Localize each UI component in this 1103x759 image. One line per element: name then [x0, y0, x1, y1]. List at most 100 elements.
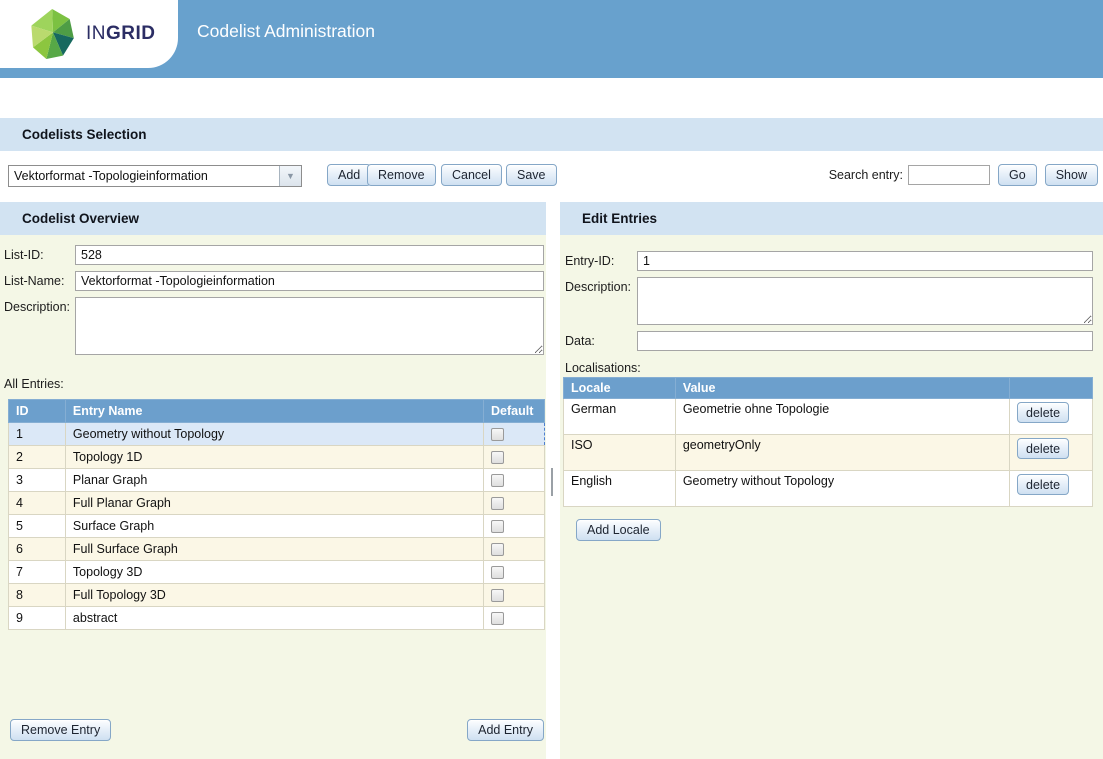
entries-col-id: ID: [9, 400, 66, 423]
default-checkbox[interactable]: [491, 520, 504, 533]
entry-id-cell[interactable]: 5: [9, 515, 66, 538]
delete-locale-button[interactable]: delete: [1017, 438, 1069, 459]
entry-row[interactable]: 6Full Surface Graph: [9, 538, 545, 561]
go-button[interactable]: Go: [998, 164, 1037, 186]
entry-row[interactable]: 5Surface Graph: [9, 515, 545, 538]
localisation-row: GermanGeometrie ohne Topologie delete: [564, 399, 1093, 435]
entry-id-cell[interactable]: 1: [9, 423, 66, 446]
entry-id-cell[interactable]: 6: [9, 538, 66, 561]
codelist-combobox-input[interactable]: [9, 166, 279, 186]
entry-row[interactable]: 1Geometry without Topology: [9, 423, 545, 446]
locale-value-cell: Geometrie ohne Topologie: [675, 399, 1009, 435]
app-header: INGRID Codelist Administration: [0, 0, 1103, 78]
entry-data-label: Data:: [565, 331, 637, 348]
entry-row[interactable]: 2Topology 1D: [9, 446, 545, 469]
entry-name-cell[interactable]: Full Topology 3D: [65, 584, 483, 607]
default-checkbox[interactable]: [491, 428, 504, 441]
entry-id-cell[interactable]: 2: [9, 446, 66, 469]
entry-id-cell[interactable]: 8: [9, 584, 66, 607]
entry-name-cell[interactable]: Full Planar Graph: [65, 492, 483, 515]
entry-name-cell[interactable]: Full Surface Graph: [65, 538, 483, 561]
locale-actions-cell: delete: [1010, 471, 1093, 507]
localisation-row: ISOgeometryOnlydelete: [564, 435, 1093, 471]
default-checkbox[interactable]: [491, 589, 504, 602]
edit-entries-form: Entry-ID: Description: Data:: [560, 235, 1103, 351]
localisations-header-row: Locale Value: [564, 378, 1093, 399]
entry-name-cell[interactable]: Geometry without Topology: [65, 423, 483, 446]
add-locale-button[interactable]: Add Locale: [576, 519, 661, 541]
search-entry-label: Search entry:: [829, 168, 903, 182]
cancel-button[interactable]: Cancel: [441, 164, 502, 186]
remove-button[interactable]: Remove: [367, 164, 436, 186]
loc-col-value: Value: [675, 378, 1009, 399]
column-gap: [546, 202, 560, 759]
entry-default-cell: [484, 538, 545, 561]
list-name-field[interactable]: [75, 271, 544, 291]
locale-value-cell: Geometry without Topology: [675, 471, 1009, 507]
entry-name-cell[interactable]: abstract: [65, 607, 483, 630]
entry-id-cell[interactable]: 3: [9, 469, 66, 492]
overview-actions: Remove Entry Add Entry: [0, 719, 546, 741]
localisation-row: EnglishGeometry without Topologydelete: [564, 471, 1093, 507]
entry-default-cell: [484, 561, 545, 584]
codelist-overview-form: List-ID: List-Name: Description:: [0, 235, 546, 355]
add-entry-button[interactable]: Add Entry: [467, 719, 544, 741]
entry-id-cell[interactable]: 9: [9, 607, 66, 630]
entries-col-default: Default: [484, 400, 545, 423]
add-button[interactable]: Add: [327, 164, 371, 186]
entry-description-label: Description:: [565, 277, 637, 294]
save-button[interactable]: Save: [506, 164, 557, 186]
all-entries-label: All Entries:: [4, 377, 546, 391]
ingrid-gem-icon: [28, 6, 78, 62]
default-checkbox[interactable]: [491, 543, 504, 556]
loc-col-actions: [1010, 378, 1093, 399]
loc-col-locale: Locale: [564, 378, 676, 399]
entry-row[interactable]: 8Full Topology 3D: [9, 584, 545, 607]
entry-row[interactable]: 3Planar Graph: [9, 469, 545, 492]
entry-default-cell: [484, 492, 545, 515]
delete-locale-button[interactable]: delete: [1017, 402, 1069, 423]
entry-data-field[interactable]: [637, 331, 1093, 351]
entry-description-field[interactable]: [637, 277, 1093, 325]
default-checkbox[interactable]: [491, 612, 504, 625]
entry-row[interactable]: 4Full Planar Graph: [9, 492, 545, 515]
entries-table-body: 1Geometry without Topology2Topology 1D3P…: [9, 423, 545, 630]
edit-entries-header: Edit Entries: [560, 202, 1103, 235]
default-checkbox[interactable]: [491, 474, 504, 487]
search-group: Search entry: Go Show: [829, 164, 1098, 186]
logo-text: INGRID: [86, 23, 156, 45]
list-description-field[interactable]: [75, 297, 544, 355]
list-id-field[interactable]: [75, 245, 544, 265]
entries-table-header-row: ID Entry Name Default: [9, 400, 545, 423]
default-checkbox[interactable]: [491, 497, 504, 510]
main-area: Codelist Overview List-ID: List-Name: De…: [0, 202, 1103, 759]
entry-id-label: Entry-ID:: [565, 251, 637, 268]
entry-name-cell[interactable]: Planar Graph: [65, 469, 483, 492]
edit-entries-panel: Entry-ID: Description: Data: Localisatio…: [560, 235, 1103, 759]
entry-name-cell[interactable]: Topology 3D: [65, 561, 483, 584]
entry-default-cell: [484, 446, 545, 469]
codelists-selection-controls: ▼ Add Remove Cancel Save Search entry: G…: [0, 151, 1103, 202]
entry-name-cell[interactable]: Surface Graph: [65, 515, 483, 538]
locale-cell: German: [564, 399, 676, 435]
remove-entry-button[interactable]: Remove Entry: [10, 719, 111, 741]
entry-id-cell[interactable]: 4: [9, 492, 66, 515]
search-input[interactable]: [908, 165, 990, 185]
show-button[interactable]: Show: [1045, 164, 1098, 186]
panel-splitter-handle[interactable]: [551, 468, 553, 496]
entry-id-cell[interactable]: 7: [9, 561, 66, 584]
chevron-down-icon[interactable]: ▼: [279, 166, 301, 186]
default-checkbox[interactable]: [491, 566, 504, 579]
entry-default-cell: [484, 423, 545, 446]
entry-row[interactable]: 7Topology 3D: [9, 561, 545, 584]
codelist-overview-panel: List-ID: List-Name: Description: All Ent…: [0, 235, 546, 759]
entries-col-name: Entry Name: [65, 400, 483, 423]
default-checkbox[interactable]: [491, 451, 504, 464]
entry-default-cell: [484, 607, 545, 630]
delete-locale-button[interactable]: delete: [1017, 474, 1069, 495]
codelist-combobox[interactable]: ▼: [8, 165, 302, 187]
entry-id-field[interactable]: [637, 251, 1093, 271]
entry-row[interactable]: 9abstract: [9, 607, 545, 630]
locale-actions-cell: delete: [1010, 435, 1093, 471]
entry-name-cell[interactable]: Topology 1D: [65, 446, 483, 469]
